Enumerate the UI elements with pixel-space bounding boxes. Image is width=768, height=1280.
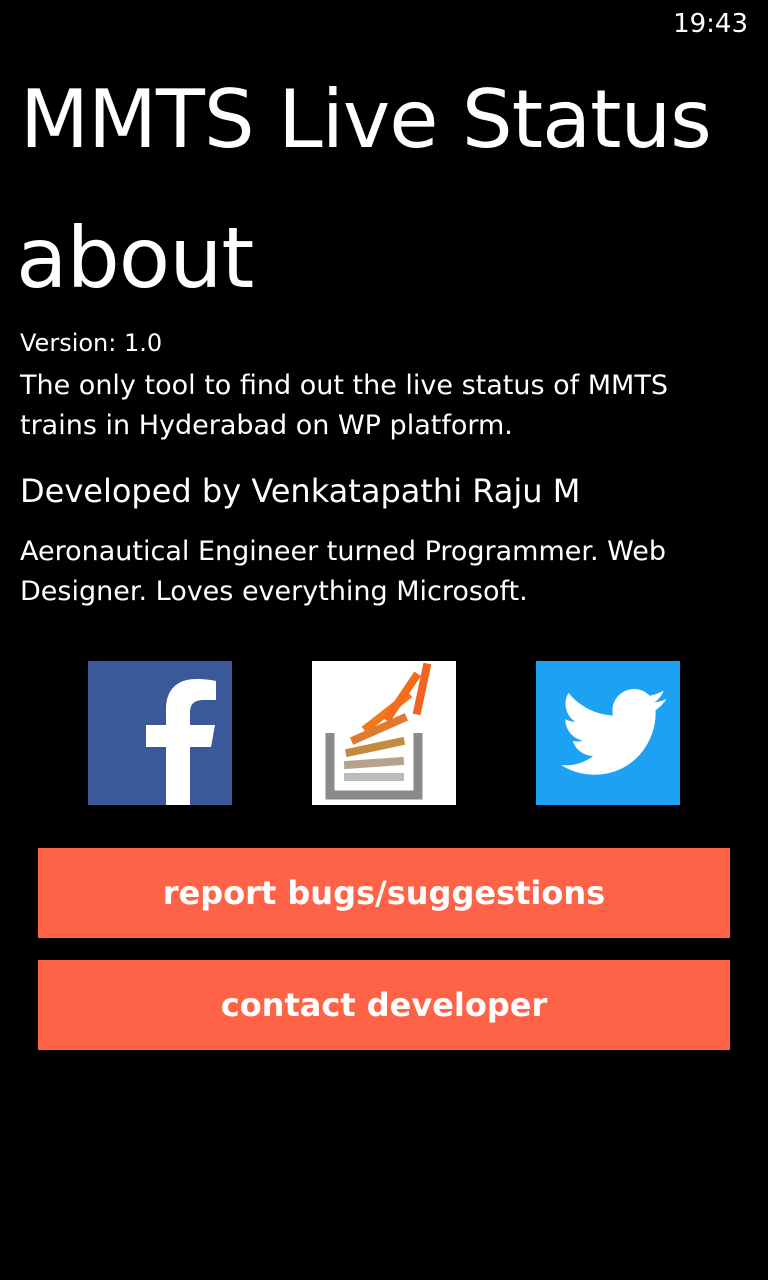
status-bar: 19:43: [0, 0, 768, 48]
stackoverflow-button[interactable]: [312, 661, 456, 805]
facebook-button[interactable]: [88, 661, 232, 805]
report-bugs-button[interactable]: report bugs/suggestions: [38, 848, 730, 938]
stackoverflow-icon: [312, 661, 456, 805]
twitter-icon: [536, 661, 680, 805]
app-description: The only tool to find out the live statu…: [20, 370, 668, 441]
app-title: MMTS Live Status: [20, 73, 712, 166]
version-text: Version: 1.0: [20, 329, 163, 357]
developer-bio: Aeronautical Engineer turned Programmer.…: [20, 536, 667, 607]
status-time: 19:43: [673, 9, 748, 39]
contact-developer-button[interactable]: contact developer: [38, 960, 730, 1050]
facebook-icon: [88, 661, 232, 805]
developer-credit: Developed by Venkatapathi Raju M: [20, 472, 581, 510]
page-title: about: [16, 209, 254, 307]
twitter-button[interactable]: [536, 661, 680, 805]
